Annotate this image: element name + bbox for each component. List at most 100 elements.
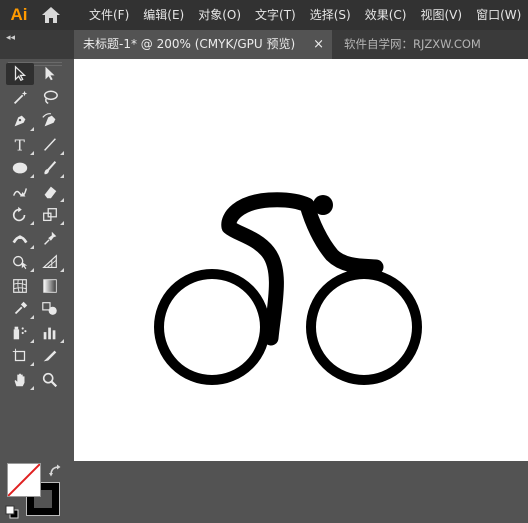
scale-tool[interactable]: [36, 204, 64, 226]
gradient-tool[interactable]: [36, 275, 64, 297]
submenu-indicator: [30, 338, 34, 343]
menu-item[interactable]: 选择(S): [303, 0, 358, 30]
submenu-indicator: [30, 127, 34, 131]
slice-knife-icon: [43, 350, 57, 362]
document-tab-bar: ◂◂ 未标题-1* @ 200% (CMYK/GPU 预览) × 软件自学网：R…: [0, 30, 528, 59]
rotate-tool[interactable]: [6, 204, 34, 226]
width-icon: [12, 234, 28, 243]
column-graph-icon: [43, 327, 56, 339]
submenu-indicator: [30, 221, 34, 225]
shaper-icon: [13, 187, 27, 196]
menu-item[interactable]: 对象(O): [191, 0, 248, 30]
submenu-indicator: [30, 362, 34, 366]
menu-bar: Ai 文件(F) 编辑(E) 对象(O) 文字(T) 选择(S) 效果(C) 视图(V) 窗口…: [0, 0, 528, 30]
shaper-tool[interactable]: [6, 181, 34, 203]
shape-builder-icon: [13, 255, 28, 270]
menu-item[interactable]: 窗口(W): [469, 0, 528, 30]
svg-text:T: T: [15, 136, 26, 154]
column-graph-tool[interactable]: [36, 322, 64, 344]
artboard-icon: [12, 348, 26, 362]
type-icon: T: [15, 136, 26, 154]
hand-icon: [14, 373, 25, 386]
lasso-icon: [43, 90, 58, 104]
home-icon: [42, 7, 60, 23]
menu-item[interactable]: 编辑(E): [136, 0, 191, 30]
rear-wheel: [154, 269, 270, 385]
collapse-panels-icon[interactable]: ◂◂: [6, 33, 15, 43]
eyedropper-tool[interactable]: [6, 298, 34, 320]
selection-arrow-icon: [14, 65, 27, 82]
menu-item[interactable]: 文字(T): [248, 0, 303, 30]
fill-color-swatch[interactable]: [7, 463, 41, 497]
paintbrush-tool[interactable]: [36, 157, 64, 179]
paintbrush-icon: [44, 161, 57, 175]
blend-tool[interactable]: [36, 298, 64, 320]
curvature-tool[interactable]: [36, 110, 64, 132]
cyclist-artwork[interactable]: [74, 59, 528, 461]
eyedropper-icon: [14, 301, 28, 315]
app-logo: Ai: [10, 5, 28, 24]
mesh-tool[interactable]: [6, 275, 34, 297]
scale-icon: [43, 208, 57, 222]
lasso-tool[interactable]: [36, 87, 64, 109]
menu-item[interactable]: 视图(V): [413, 0, 469, 30]
submenu-indicator: [30, 150, 34, 155]
tools-panel: T: [0, 59, 70, 519]
submenu-indicator: [30, 174, 34, 178]
menu-item[interactable]: 文件(F): [82, 0, 136, 30]
pen-icon: [14, 115, 26, 127]
canvas-workspace[interactable]: [70, 59, 528, 461]
type-tool[interactable]: T: [6, 134, 34, 156]
artboard[interactable]: [74, 59, 528, 461]
menu-item[interactable]: 效果(C): [358, 0, 414, 30]
symbol-sprayer-icon: [13, 326, 27, 339]
front-wheel: [306, 269, 422, 385]
rotate-icon: [12, 206, 26, 222]
submenu-indicator: [60, 268, 64, 272]
submenu-indicator: [30, 268, 34, 272]
blend-icon: [42, 302, 57, 315]
none-slash-icon: [8, 464, 40, 496]
zoom-magnifier-icon: [42, 372, 58, 387]
submenu-indicator: [60, 174, 64, 178]
eraser-icon: [44, 186, 57, 198]
line-segment-icon: [44, 137, 56, 151]
submenu-indicator: [30, 315, 34, 319]
submenu-indicator: [60, 221, 64, 225]
submenu-indicator: [60, 197, 64, 202]
home-button[interactable]: [40, 5, 62, 25]
direct-selection-tool[interactable]: [36, 63, 64, 85]
ellipse-tool[interactable]: [6, 157, 34, 179]
magic-wand-icon: [13, 90, 28, 104]
submenu-indicator: [30, 385, 34, 390]
document-tab-title: 未标题-1* @ 200% (CMYK/GPU 预览): [83, 37, 296, 51]
curvature-pen-icon: [42, 113, 56, 127]
line-segment-tool[interactable]: [36, 134, 64, 156]
default-fill-stroke-icon[interactable]: [5, 504, 19, 519]
symbol-sprayer-tool[interactable]: [6, 322, 34, 344]
swap-fill-stroke-icon[interactable]: [48, 463, 64, 479]
perspective-grid-icon: [42, 254, 57, 268]
zoom-tool[interactable]: [36, 369, 64, 391]
artboard-tool[interactable]: [6, 345, 34, 367]
perspective-grid-tool[interactable]: [36, 251, 64, 273]
shape-builder-tool[interactable]: [6, 251, 34, 273]
submenu-indicator: [60, 150, 64, 155]
puppet-warp-pin-icon: [44, 231, 57, 245]
eraser-tool[interactable]: [36, 181, 64, 203]
document-tab[interactable]: 未标题-1* @ 200% (CMYK/GPU 预览) ×: [74, 30, 332, 59]
hand-tool[interactable]: [6, 369, 34, 391]
cyclist-body-arm: [221, 192, 384, 346]
mesh-icon: [13, 278, 27, 293]
slice-tool[interactable]: [36, 345, 64, 367]
magic-wand-tool[interactable]: [6, 87, 34, 109]
selection-tool[interactable]: [6, 63, 34, 85]
width-tool[interactable]: [6, 228, 34, 250]
close-icon[interactable]: ×: [313, 30, 324, 59]
submenu-indicator: [60, 338, 64, 343]
cyclist-head: [313, 195, 333, 215]
gradient-icon: [43, 278, 57, 293]
ellipse-icon: [12, 162, 28, 174]
pen-tool[interactable]: [6, 110, 34, 132]
puppet-warp-tool[interactable]: [36, 228, 64, 250]
